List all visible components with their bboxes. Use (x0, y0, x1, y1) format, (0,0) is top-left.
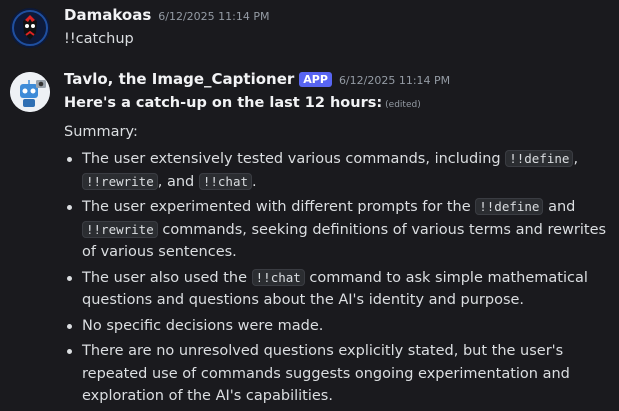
summary-text: There are no unresolved questions explic… (82, 343, 570, 404)
summary-text: No specific decisions were made. (82, 317, 324, 334)
summary-label: Summary: (64, 124, 138, 140)
summary-text: The user experimented with different pro… (82, 199, 476, 215)
summary-text: , and (157, 173, 199, 190)
robot-avatar-icon (10, 72, 50, 112)
timestamp: 6/12/2025 11:14 PM (158, 10, 270, 23)
summary-text: The user extensively tested various comm… (82, 151, 506, 167)
summary-list: The user extensively tested various comm… (64, 148, 611, 408)
inline-code: !!chat (251, 268, 305, 286)
avatar-icon (10, 8, 50, 48)
edited-label: (edited) (385, 100, 421, 110)
summary-item: The user experimented with different pro… (64, 196, 611, 264)
avatar[interactable] (10, 8, 50, 48)
inline-code: !!define (505, 150, 574, 167)
summary-text: and (543, 199, 576, 215)
summary-item: There are no unresolved questions explic… (64, 340, 611, 408)
summary-text: . (252, 173, 257, 190)
avatar[interactable] (10, 72, 50, 112)
summary-item: The user extensively tested various comm… (64, 148, 611, 193)
summary-item: The user also used the !!chat command to… (64, 267, 611, 312)
message-heading: Here's a catch-up on the last 12 hours:(… (64, 92, 611, 116)
username[interactable]: Damakoas (64, 6, 151, 24)
app-badge: APP (299, 72, 332, 87)
summary-text: , (573, 151, 579, 167)
inline-code: !!chat (198, 172, 252, 190)
message-header: Tavlo, the Image_Captioner APP 6/12/2025… (64, 70, 611, 92)
inline-code: !!define (475, 198, 544, 215)
summary-text: The user also used the (82, 269, 252, 286)
inline-code: !!rewrite (82, 172, 158, 190)
message-text: !!catchup (64, 31, 134, 47)
summary-text: commands, seeking definitions of various… (82, 221, 607, 261)
summary-item: No specific decisions were made. (64, 315, 611, 338)
heading-text: Here's a catch-up on the last 12 hours: (64, 95, 383, 111)
message-header: Damakoas 6/12/2025 11:14 PM (64, 6, 611, 28)
timestamp: 6/12/2025 11:14 PM (338, 74, 451, 87)
username[interactable]: Tavlo, the Image_Captioner (64, 70, 294, 88)
inline-code: !!rewrite (82, 220, 158, 238)
